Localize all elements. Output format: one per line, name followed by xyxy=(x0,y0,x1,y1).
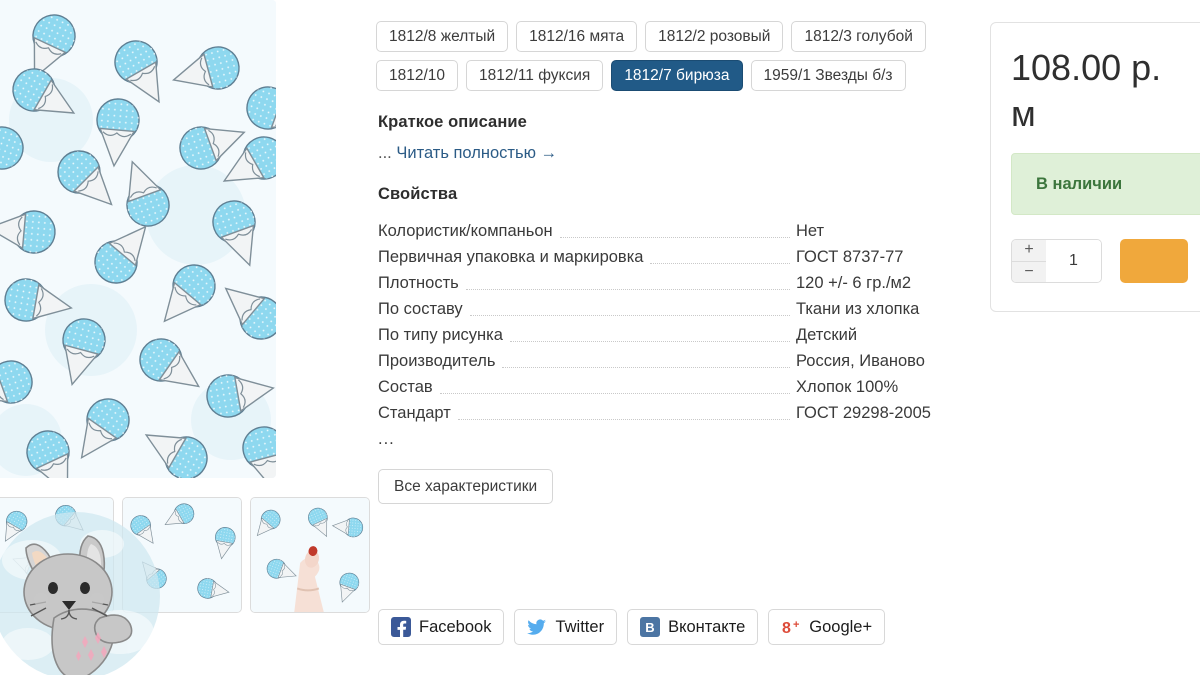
product-page: 1812/8 желтый 1812/16 мята 1812/2 розовы… xyxy=(0,0,1200,675)
share-google-plus-label: Google+ xyxy=(809,617,873,636)
variant-option[interactable]: 1812/3 голубой xyxy=(791,21,926,52)
dot-leader xyxy=(469,315,790,316)
product-price: 108.00 р. м xyxy=(1011,47,1162,134)
properties-list: Колористик/компаньон Нет Первичная упако… xyxy=(378,218,976,426)
share-facebook-button[interactable]: Facebook xyxy=(378,609,505,645)
thumbnail-2[interactable] xyxy=(122,497,242,613)
property-row: Первичная упаковка и маркировка ГОСТ 873… xyxy=(378,244,976,270)
product-gallery xyxy=(0,0,370,675)
stepper-buttons: + − xyxy=(1012,240,1046,282)
purchase-panel: 108.00 р. м В наличии + − xyxy=(990,22,1200,312)
main-product-image[interactable] xyxy=(0,0,276,478)
vk-icon: B xyxy=(640,617,661,637)
read-more-label: Читать полностью xyxy=(396,144,536,162)
dot-leader xyxy=(509,341,790,342)
share-google-plus-button[interactable]: 8 + Google+ xyxy=(768,609,886,645)
dot-leader xyxy=(559,237,790,238)
properties-heading: Свойства xyxy=(378,185,458,203)
dot-leader xyxy=(650,263,790,264)
property-name: Производитель xyxy=(378,352,496,370)
svg-text:B: B xyxy=(645,620,654,635)
google-plus-icon: 8 + xyxy=(781,617,801,637)
property-value: Ткани из хлопка xyxy=(796,300,920,318)
dot-leader xyxy=(457,419,790,420)
product-details: 1812/8 желтый 1812/16 мята 1812/2 розовы… xyxy=(376,0,976,675)
property-row: Плотность 120 +/- 6 гр./м2 xyxy=(378,270,976,296)
all-characteristics-button[interactable]: Все характеристики xyxy=(378,469,554,504)
share-vk-button[interactable]: B Вконтакте xyxy=(627,609,759,645)
property-name: Плотность xyxy=(378,274,459,292)
share-twitter-label: Twitter xyxy=(555,617,605,636)
quantity-increment-button[interactable]: + xyxy=(1012,240,1046,262)
variant-selector: 1812/8 желтый 1812/16 мята 1812/2 розовы… xyxy=(376,0,976,91)
property-name: Состав xyxy=(378,378,433,396)
property-row: Состав Хлопок 100% xyxy=(378,374,976,400)
quantity-stepper: + − xyxy=(1011,239,1102,283)
variant-option[interactable]: 1812/10 xyxy=(376,60,459,91)
share-facebook-label: Facebook xyxy=(419,617,492,636)
property-value: Детский xyxy=(796,326,858,344)
property-name: По типу рисунка xyxy=(378,326,503,344)
property-value: 120 +/- 6 гр./м2 xyxy=(796,274,912,292)
fabric-pattern xyxy=(0,0,276,478)
svg-text:+: + xyxy=(793,619,799,631)
variant-option[interactable]: 1812/11 фуксия xyxy=(466,60,604,91)
share-vk-label: Вконтакте xyxy=(668,617,746,636)
property-row: Производитель Россия, Иваново xyxy=(378,348,976,374)
thumbnail-1[interactable] xyxy=(0,497,114,613)
variant-row-2: 1812/10 1812/11 фуксия 1812/7 бирюза 195… xyxy=(376,60,976,91)
variant-row-1: 1812/8 желтый 1812/16 мята 1812/2 розовы… xyxy=(376,21,976,52)
thumbnail-strip xyxy=(0,497,370,613)
property-row: Колористик/компаньон Нет xyxy=(378,218,976,244)
property-value: Хлопок 100% xyxy=(796,378,899,396)
dot-leader xyxy=(465,289,790,290)
property-name: Колористик/компаньон xyxy=(378,222,553,240)
property-value: ГОСТ 8737-77 xyxy=(796,248,904,266)
property-value: ГОСТ 29298-2005 xyxy=(796,404,931,422)
property-name: По составу xyxy=(378,300,463,318)
variant-option[interactable]: 1812/16 мята xyxy=(516,21,638,52)
properties-more-ellipsis: ... xyxy=(378,430,395,448)
share-twitter-button[interactable]: Twitter xyxy=(514,609,618,645)
arrow-right-icon: → xyxy=(540,144,558,162)
quantity-decrement-button[interactable]: − xyxy=(1012,262,1046,283)
variant-option[interactable]: 1812/2 розовый xyxy=(645,21,784,52)
stock-status-badge: В наличии xyxy=(1011,153,1200,215)
variant-option-selected[interactable]: 1812/7 бирюза xyxy=(611,60,743,91)
short-description-heading: Краткое описание xyxy=(378,113,527,131)
facebook-icon xyxy=(391,617,411,637)
twitter-icon xyxy=(527,617,547,637)
social-share-bar: Facebook Twitter B Вконтакте 8 + Google+ xyxy=(378,609,886,645)
read-more-row: ... Читать полностью → xyxy=(378,144,976,163)
property-value: Нет xyxy=(796,222,825,240)
property-row: По составу Ткани из хлопка xyxy=(378,296,976,322)
property-value: Россия, Иваново xyxy=(796,352,925,370)
add-to-cart-row: + − xyxy=(1011,239,1200,283)
property-name: Первичная упаковка и маркировка xyxy=(378,248,644,266)
add-to-cart-button[interactable] xyxy=(1120,239,1188,283)
variant-option[interactable]: 1959/1 Звезды б/з xyxy=(750,60,906,91)
property-row: Стандарт ГОСТ 29298-2005 xyxy=(378,400,976,426)
property-row: По типу рисунка Детский xyxy=(378,322,976,348)
svg-text:8: 8 xyxy=(782,620,791,637)
dot-leader xyxy=(502,367,790,368)
quantity-input[interactable] xyxy=(1046,240,1101,282)
thumbnail-3[interactable] xyxy=(250,497,370,613)
variant-option[interactable]: 1812/8 желтый xyxy=(376,21,509,52)
property-name: Стандарт xyxy=(378,404,451,422)
description-ellipsis: ... xyxy=(378,144,392,162)
dot-leader xyxy=(439,393,790,394)
read-more-link[interactable]: Читать полностью → xyxy=(396,144,557,162)
